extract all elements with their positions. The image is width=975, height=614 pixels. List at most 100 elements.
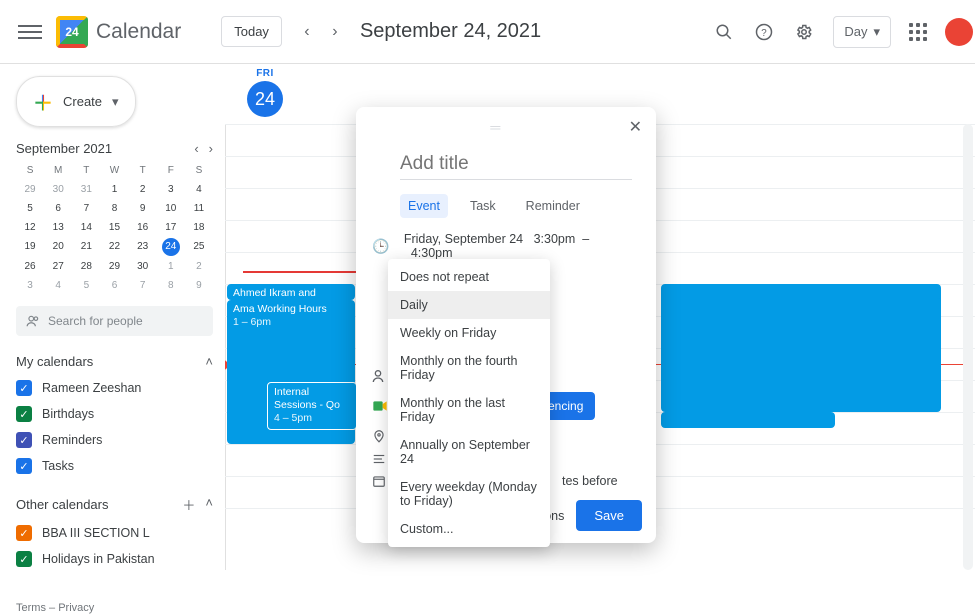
- mini-day[interactable]: 13: [44, 219, 72, 236]
- help-icon[interactable]: ?: [753, 21, 775, 43]
- tab-reminder[interactable]: Reminder: [518, 194, 588, 218]
- mini-day[interactable]: 5: [72, 277, 100, 294]
- mini-day[interactable]: 30: [44, 181, 72, 198]
- mini-day[interactable]: 20: [44, 238, 72, 256]
- mini-day[interactable]: 16: [129, 219, 157, 236]
- save-button[interactable]: Save: [576, 500, 642, 531]
- view-switcher[interactable]: Day▾: [833, 16, 891, 48]
- calendar-event[interactable]: [661, 298, 941, 410]
- event-date-time[interactable]: Friday, September 24 3:30pm – 4:30pm: [404, 232, 636, 260]
- prev-day-button[interactable]: ‹: [296, 21, 318, 43]
- account-avatar[interactable]: [945, 18, 973, 46]
- calendar-event[interactable]: Internal Sessions - Qo4 – 5pm: [267, 382, 357, 430]
- calendar-checkbox[interactable]: ✓: [16, 525, 32, 541]
- calendar-item[interactable]: ✓Holidays in Pakistan: [16, 546, 213, 572]
- menu-icon[interactable]: [18, 20, 42, 44]
- mini-day[interactable]: 25: [185, 238, 213, 256]
- mini-day[interactable]: 9: [185, 277, 213, 294]
- calendar-label: Rameen Zeeshan: [42, 381, 141, 395]
- create-button[interactable]: ＋ Create ▾: [16, 76, 136, 127]
- add-calendar-icon[interactable]: ＋: [182, 495, 195, 514]
- recurrence-dropdown: Does not repeatDailyWeekly on FridayMont…: [388, 259, 550, 547]
- mini-day[interactable]: 29: [100, 258, 128, 275]
- mini-day[interactable]: 7: [72, 200, 100, 217]
- mini-day[interactable]: 30: [129, 258, 157, 275]
- privacy-link[interactable]: Privacy: [58, 602, 94, 614]
- mini-next-month[interactable]: ›: [209, 141, 213, 156]
- calendar-checkbox[interactable]: ✓: [16, 380, 32, 396]
- calendar-item[interactable]: ✓Tasks: [16, 453, 213, 479]
- calendar-checkbox[interactable]: ✓: [16, 458, 32, 474]
- tab-event[interactable]: Event: [400, 194, 448, 218]
- mini-day[interactable]: 18: [185, 219, 213, 236]
- mini-day[interactable]: 2: [185, 258, 213, 275]
- mini-day[interactable]: 4: [185, 181, 213, 198]
- next-day-button[interactable]: ›: [324, 21, 346, 43]
- mini-day[interactable]: 7: [129, 277, 157, 294]
- recurrence-option[interactable]: Custom...: [388, 515, 550, 543]
- mini-day[interactable]: 1: [100, 181, 128, 198]
- calendar-item[interactable]: ✓Birthdays: [16, 401, 213, 427]
- mini-prev-month[interactable]: ‹: [194, 141, 198, 156]
- mini-day[interactable]: 6: [44, 200, 72, 217]
- settings-icon[interactable]: [793, 21, 815, 43]
- mini-day[interactable]: 5: [16, 200, 44, 217]
- mini-day[interactable]: 21: [72, 238, 100, 256]
- mini-day[interactable]: 4: [44, 277, 72, 294]
- mini-day[interactable]: 1: [157, 258, 185, 275]
- calendar-item[interactable]: ✓BBA III SECTION L: [16, 520, 213, 546]
- today-button[interactable]: Today: [221, 16, 282, 47]
- tab-task[interactable]: Task: [462, 194, 504, 218]
- mini-day[interactable]: 15: [100, 219, 128, 236]
- scrollbar[interactable]: [963, 124, 973, 570]
- calendar-checkbox[interactable]: ✓: [16, 551, 32, 567]
- my-calendars-toggle[interactable]: My calendars ˄: [16, 348, 213, 375]
- recurrence-option[interactable]: Daily: [388, 291, 550, 319]
- recurrence-option[interactable]: Annually on September 24: [388, 431, 550, 473]
- mini-day[interactable]: 23: [129, 238, 157, 256]
- mini-day[interactable]: 19: [16, 238, 44, 256]
- calendar-checkbox[interactable]: ✓: [16, 406, 32, 422]
- mini-day[interactable]: 17: [157, 219, 185, 236]
- mini-day[interactable]: 2: [129, 181, 157, 198]
- event-title-input[interactable]: [400, 149, 632, 180]
- recurrence-option[interactable]: Monthly on the last Friday: [388, 389, 550, 431]
- people-icon: [26, 314, 40, 328]
- mini-day[interactable]: 26: [16, 258, 44, 275]
- mini-day[interactable]: 27: [44, 258, 72, 275]
- mini-calendar[interactable]: SMTWTFS293031123456789101112131415161718…: [16, 162, 213, 294]
- mini-day[interactable]: 3: [157, 181, 185, 198]
- mini-day[interactable]: 8: [157, 277, 185, 294]
- google-apps-icon[interactable]: [909, 23, 927, 41]
- mini-day[interactable]: 14: [72, 219, 100, 236]
- mini-day[interactable]: 22: [100, 238, 128, 256]
- calendar-event[interactable]: [661, 412, 835, 428]
- close-icon[interactable]: ✕: [625, 113, 646, 141]
- day-number[interactable]: 24: [247, 81, 283, 117]
- terms-link[interactable]: Terms: [16, 602, 46, 614]
- recurrence-option[interactable]: Weekly on Friday: [388, 319, 550, 347]
- search-people-field[interactable]: Search for people: [16, 306, 213, 336]
- mini-day[interactable]: 11: [185, 200, 213, 217]
- drag-handle-icon[interactable]: ═: [366, 119, 625, 135]
- recurrence-option[interactable]: Monthly on the fourth Friday: [388, 347, 550, 389]
- calendar-checkbox[interactable]: ✓: [16, 432, 32, 448]
- chevron-up-icon: ˄: [205, 495, 213, 514]
- calendar-item[interactable]: ✓ Rameen Zeeshan: [16, 375, 213, 401]
- recurrence-option[interactable]: Every weekday (Monday to Friday): [388, 473, 550, 515]
- recurrence-option[interactable]: Does not repeat: [388, 263, 550, 291]
- mini-day[interactable]: 12: [16, 219, 44, 236]
- calendar-event[interactable]: Ahmed Ikram and Rameen Zees: [227, 284, 355, 300]
- mini-day[interactable]: 31: [72, 181, 100, 198]
- mini-day[interactable]: 29: [16, 181, 44, 198]
- mini-day[interactable]: 6: [100, 277, 128, 294]
- mini-day[interactable]: 28: [72, 258, 100, 275]
- mini-day[interactable]: 3: [16, 277, 44, 294]
- calendar-item[interactable]: ✓Reminders: [16, 427, 213, 453]
- search-icon[interactable]: [713, 21, 735, 43]
- mini-day[interactable]: 8: [100, 200, 128, 217]
- mini-day[interactable]: 9: [129, 200, 157, 217]
- mini-day[interactable]: 10: [157, 200, 185, 217]
- mini-day[interactable]: 24: [162, 238, 180, 256]
- other-calendars-toggle[interactable]: Other calendars ＋ ˄: [16, 489, 213, 520]
